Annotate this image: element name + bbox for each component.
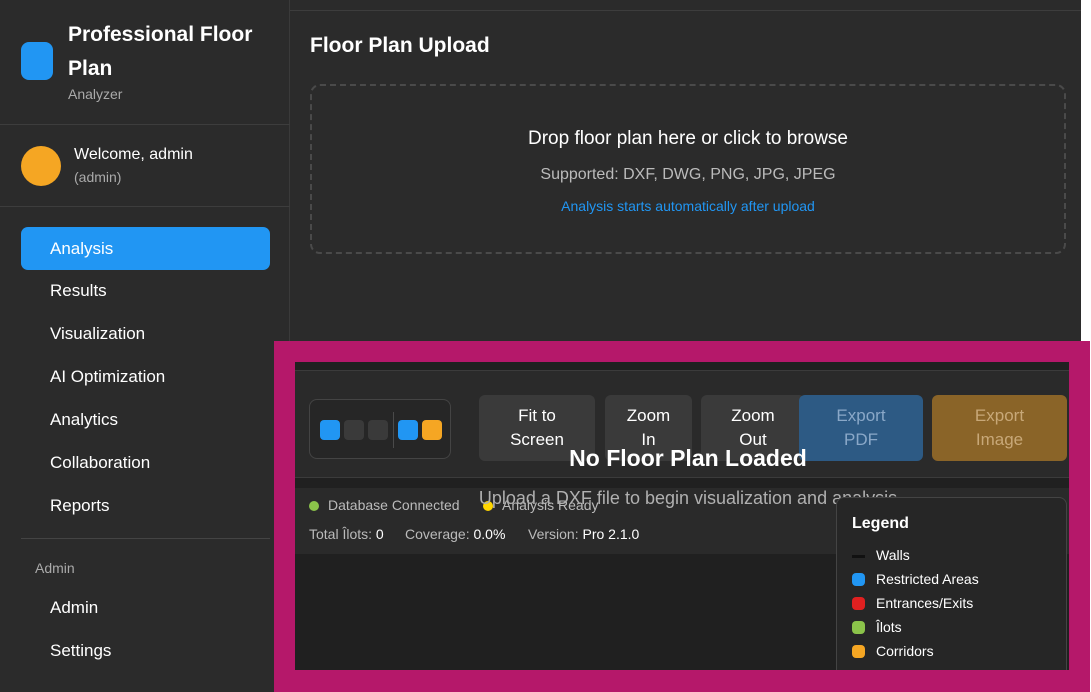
sidebar: Professional Floor Plan Analyzer Welcome… — [0, 0, 290, 692]
layer-toggle-5[interactable] — [422, 420, 442, 440]
fit-label-1: Fit to — [518, 406, 556, 425]
legend-title: Legend — [852, 515, 909, 532]
total-ilots-label: Total Îlots: — [309, 526, 373, 542]
export-image-label-1: Export — [974, 406, 1025, 425]
corridors-swatch-icon — [852, 645, 865, 658]
upload-dropzone[interactable]: Drop floor plan here or click to browse … — [310, 84, 1066, 254]
coverage-label: Coverage: — [405, 526, 470, 542]
app-logo — [21, 42, 53, 80]
legend-label: Entrances/Exits — [876, 595, 974, 611]
zoom-out-label-1: Zoom — [731, 406, 775, 425]
restricted-swatch-icon — [852, 573, 865, 586]
ilots-swatch-icon — [852, 621, 865, 634]
sidebar-item-settings[interactable]: Settings — [21, 629, 270, 672]
user-info: Welcome, admin (admin) — [0, 125, 290, 207]
layer-toggle-1[interactable] — [320, 420, 340, 440]
visualization-panel: Fit to Screen Zoom In Zoom Out Export PDF Ex… — [295, 362, 1069, 670]
layer-toggle-4[interactable] — [398, 420, 418, 440]
page-title: Floor Plan Upload — [310, 34, 490, 57]
sidebar-item-analysis[interactable]: Analysis — [21, 227, 270, 270]
legend-label: Îlots — [876, 619, 902, 635]
walls-line-icon — [852, 555, 865, 558]
sidebar-item-admin[interactable]: Admin — [21, 586, 270, 629]
avatar[interactable] — [21, 146, 61, 186]
app-title: Professional Floor Plan — [68, 23, 253, 80]
zoom-in-label-1: Zoom — [626, 406, 671, 425]
sidebar-item-analytics[interactable]: Analytics — [21, 398, 270, 441]
coverage-stat: Coverage: 0.0% — [405, 526, 505, 542]
total-ilots-value: 0 — [375, 526, 384, 542]
admin-section-heading: Admin — [35, 560, 75, 576]
sidebar-item-visualization[interactable]: Visualization — [21, 312, 270, 355]
export-pdf-label-1: Export — [836, 406, 886, 425]
supported-formats: Supported: DXF, DWG, PNG, JPG, JPEG — [540, 166, 836, 183]
header-divider — [290, 10, 1081, 11]
legend-panel: Legend Walls Restricted Areas Entrances/… — [836, 497, 1067, 670]
sidebar-item-ai-optimization[interactable]: AI Optimization — [21, 355, 270, 398]
empty-state-title: No Floor Plan Loaded — [569, 445, 807, 471]
version-label: Version: — [528, 526, 579, 542]
legend-label: Corridors — [876, 643, 934, 659]
layer-toggle-2[interactable] — [344, 420, 364, 440]
sidebar-item-collaboration[interactable]: Collaboration — [21, 441, 270, 484]
legend-label: Walls — [876, 547, 910, 563]
layer-toggle-3[interactable] — [368, 420, 388, 440]
user-welcome: Welcome, admin — [74, 146, 193, 163]
user-role: (admin) — [74, 169, 122, 185]
version-value: Pro 2.1.0 — [582, 526, 640, 542]
sidebar-item-reports[interactable]: Reports — [21, 484, 270, 527]
sidebar-divider — [21, 538, 270, 539]
auto-analysis-note: Analysis starts automatically after uplo… — [561, 198, 815, 214]
version-stat: Version: Pro 2.1.0 — [528, 526, 639, 542]
coverage-value: 0.0% — [473, 526, 506, 542]
dropzone-label: Drop floor plan here or click to browse — [528, 128, 848, 149]
entrances-swatch-icon — [852, 597, 865, 610]
total-ilots-stat: Total Îlots: 0 — [309, 526, 384, 542]
legend-label: Restricted Areas — [876, 571, 979, 587]
sidebar-item-results[interactable]: Results — [21, 269, 270, 312]
app-subtitle: Analyzer — [68, 86, 123, 102]
swatch-divider — [393, 412, 394, 448]
brand-header: Professional Floor Plan Analyzer — [0, 0, 290, 125]
